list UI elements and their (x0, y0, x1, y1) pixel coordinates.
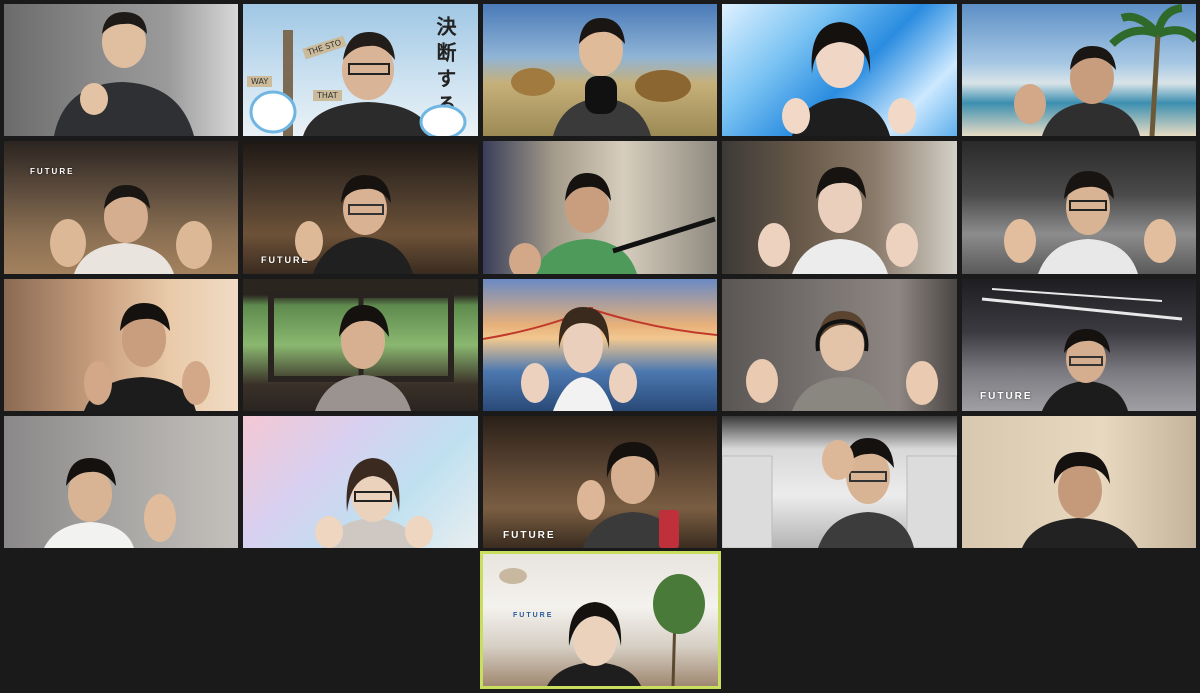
participant-tile-1[interactable] (4, 4, 238, 136)
participant-video (577, 442, 679, 548)
participant-tile-19[interactable] (722, 416, 957, 548)
participant-tile-9[interactable] (722, 141, 957, 274)
participant-video (746, 311, 938, 411)
participant-tile-8[interactable] (483, 141, 717, 274)
participant-tile-17[interactable] (243, 416, 478, 548)
participant-tile-3[interactable] (483, 4, 717, 136)
participant-video (1014, 4, 1196, 136)
participant-tile-12[interactable] (243, 279, 478, 411)
participant-video (981, 288, 1183, 411)
participant-tile-14[interactable] (722, 279, 957, 411)
participant-video (315, 458, 433, 548)
participant-gallery-grid: THE STO WAY THAT 決断する FUTURE FUTURE FUTU… (0, 0, 1200, 693)
participant-tile-21-active-speaker[interactable]: FUTURE (480, 551, 721, 689)
participant-video (1004, 171, 1176, 274)
participant-tile-11[interactable] (4, 279, 238, 411)
participant-video (44, 458, 176, 548)
participant-video (483, 307, 717, 411)
participant-video (268, 292, 454, 411)
participant-video (84, 303, 210, 411)
participant-video (511, 18, 691, 136)
participant-video (499, 568, 705, 686)
participant-tile-4[interactable] (722, 4, 957, 136)
participant-video (54, 12, 194, 136)
participant-tile-7[interactable]: FUTURE (243, 141, 478, 274)
participant-video (509, 173, 716, 274)
participant-tile-16[interactable] (4, 416, 238, 548)
participant-tile-6[interactable]: FUTURE (4, 141, 238, 274)
participant-tile-18[interactable]: FUTURE (483, 416, 717, 548)
participant-video (782, 22, 916, 136)
participant-tile-2[interactable]: THE STO WAY THAT 決断する (243, 4, 478, 136)
participant-tile-5[interactable] (962, 4, 1196, 136)
participant-video (722, 438, 957, 548)
participant-tile-10[interactable] (962, 141, 1196, 274)
participant-tile-15[interactable]: FUTURE (962, 279, 1196, 411)
participant-video (1022, 452, 1138, 548)
participant-tile-13[interactable] (483, 279, 717, 411)
participant-video (758, 167, 918, 274)
participant-video (295, 175, 413, 274)
participant-video (249, 30, 467, 136)
participant-video (50, 185, 212, 274)
participant-tile-20[interactable] (962, 416, 1196, 548)
